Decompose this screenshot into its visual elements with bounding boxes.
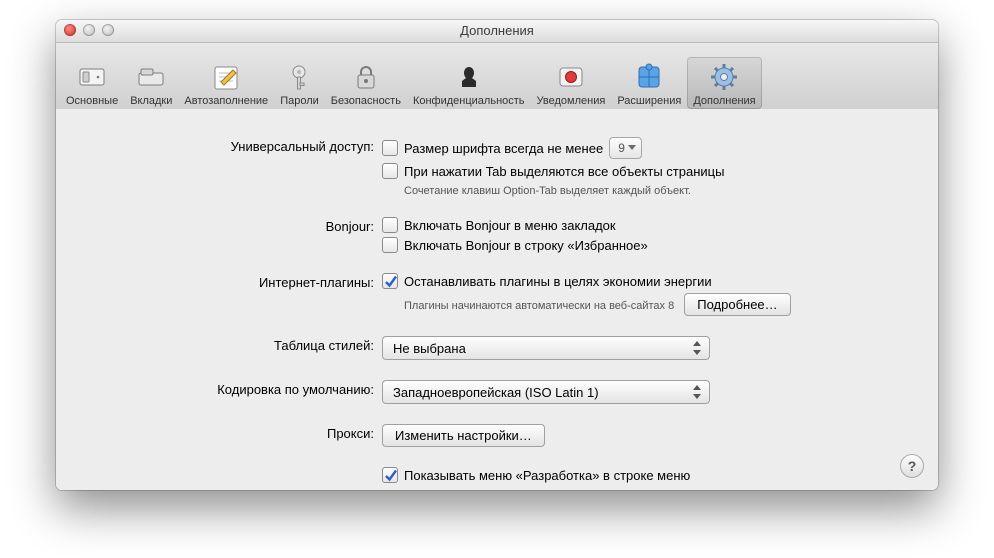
updown-icon xyxy=(693,384,703,400)
popup-value: Не выбрана xyxy=(393,341,466,356)
hint-text: Сочетание клавиш Option-Tab выделяет каж… xyxy=(404,185,910,197)
checkbox-label: Размер шрифта всегда не менее xyxy=(404,141,603,156)
tab-passwords[interactable]: Пароли xyxy=(274,57,325,109)
tab-label: Дополнения xyxy=(693,95,755,107)
checkbox-bonjour-favorites[interactable] xyxy=(382,237,398,253)
tab-label: Автозаполнение xyxy=(184,95,268,107)
section-label-accessibility: Универсальный доступ: xyxy=(84,137,382,154)
zoom-window-button[interactable] xyxy=(102,24,114,36)
checkbox-label: Останавливать плагины в целях экономии э… xyxy=(404,274,712,289)
window-title: Дополнения xyxy=(460,23,534,38)
checkbox-label: Включать Bonjour в меню закладок xyxy=(404,218,616,233)
tab-label: Уведомления xyxy=(537,95,606,107)
section-label-encoding: Кодировка по умолчанию: xyxy=(84,380,382,397)
puzzle-icon xyxy=(633,61,665,93)
checkbox-label: Показывать меню «Разработка» в строке ме… xyxy=(404,468,690,483)
section-label-bonjour: Bonjour: xyxy=(84,217,382,234)
change-settings-button[interactable]: Изменить настройки… xyxy=(382,424,545,447)
tab-label: Вкладки xyxy=(130,95,172,107)
tab-label: Основные xyxy=(66,95,118,107)
tab-advanced[interactable]: Дополнения xyxy=(687,57,761,109)
titlebar: Дополнения xyxy=(56,20,938,43)
encoding-popup[interactable]: Западноевропейская (ISO Latin 1) xyxy=(382,380,710,404)
tab-extensions[interactable]: Расширения xyxy=(611,57,687,109)
tab-icon xyxy=(135,61,167,93)
checkbox-bonjour-bookmarks[interactable] xyxy=(382,217,398,233)
close-window-button[interactable] xyxy=(64,24,76,36)
minimize-window-button[interactable] xyxy=(83,24,95,36)
stylesheet-popup[interactable]: Не выбрана xyxy=(382,336,710,360)
tab-label: Расширения xyxy=(617,95,681,107)
section-label-proxies: Прокси: xyxy=(84,424,382,441)
switch-icon xyxy=(76,61,108,93)
checkbox-stop-plugins[interactable] xyxy=(382,273,398,289)
tab-notifications[interactable]: Уведомления xyxy=(531,57,612,109)
help-button[interactable]: ? xyxy=(900,454,924,478)
details-button[interactable]: Подробнее… xyxy=(684,293,790,316)
window-controls xyxy=(64,24,114,36)
key-icon xyxy=(283,61,315,93)
tab-tabs[interactable]: Вкладки xyxy=(124,57,178,109)
tab-label: Безопасность xyxy=(331,95,401,107)
font-size-stepper[interactable]: 9 xyxy=(609,137,642,159)
popup-value: Западноевропейская (ISO Latin 1) xyxy=(393,385,599,400)
gear-icon xyxy=(708,61,740,93)
checkbox-min-font-size[interactable] xyxy=(382,140,398,156)
content-pane: Универсальный доступ: Размер шрифта всег… xyxy=(56,109,938,490)
pencil-form-icon xyxy=(210,61,242,93)
checkbox-label: Включать Bonjour в строку «Избранное» xyxy=(404,238,648,253)
checkbox-show-develop-menu[interactable] xyxy=(382,467,398,483)
tab-label: Конфиденциальность xyxy=(413,95,525,107)
updown-icon xyxy=(693,340,703,356)
tab-label: Пароли xyxy=(280,95,319,107)
lock-icon xyxy=(350,61,382,93)
silhouette-icon xyxy=(453,61,485,93)
preferences-window: Дополнения Основные Вкладки Автозаполнен… xyxy=(56,20,938,490)
checkbox-tab-highlight[interactable] xyxy=(382,163,398,179)
tab-security[interactable]: Безопасность xyxy=(325,57,407,109)
section-label-plugins: Интернет-плагины: xyxy=(84,273,382,290)
record-icon xyxy=(555,61,587,93)
checkbox-label: При нажатии Tab выделяются все объекты с… xyxy=(404,164,724,179)
tab-privacy[interactable]: Конфиденциальность xyxy=(407,57,531,109)
toolbar: Основные Вкладки Автозаполнение Пароли xyxy=(56,43,938,112)
tab-general[interactable]: Основные xyxy=(60,57,124,109)
hint-text: Плагины начинаются автоматически на веб-… xyxy=(404,300,674,312)
tab-autofill[interactable]: Автозаполнение xyxy=(178,57,274,109)
section-label-stylesheet: Таблица стилей: xyxy=(84,336,382,353)
